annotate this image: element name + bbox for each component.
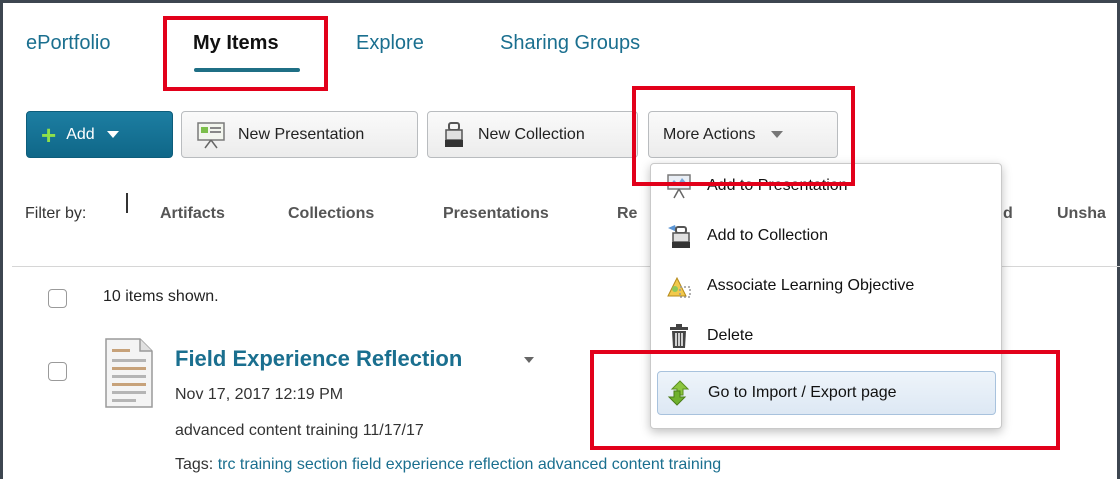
presentation-icon	[197, 121, 225, 148]
filter-label: Filter by:	[25, 205, 87, 222]
filter-unshared[interactable]: Unsha	[1057, 205, 1106, 223]
filter-presentations[interactable]: Presentations	[443, 205, 549, 223]
item-checkbox[interactable]	[48, 362, 67, 381]
highlight-box-my-items	[163, 16, 328, 91]
tab-explore[interactable]: Explore	[356, 32, 424, 55]
filter-artifacts[interactable]: Artifacts	[160, 205, 225, 223]
item-date: Nov 17, 2017 12:19 PM	[175, 386, 344, 403]
items-count: 10 items shown.	[103, 288, 219, 305]
menu-item-associate-learning-objective[interactable]: Associate Learning Objective	[657, 264, 996, 308]
item-title-link[interactable]: Field Experience Reflection	[175, 346, 462, 372]
add-button[interactable]: + Add	[26, 111, 173, 158]
new-collection-label: New Collection	[478, 125, 585, 143]
filter-option-partial[interactable]: Re	[617, 205, 637, 223]
trash-icon	[670, 324, 688, 348]
new-presentation-label: New Presentation	[238, 125, 365, 143]
highlight-box-more-actions	[632, 86, 855, 186]
item-description: advanced content training 11/17/17	[175, 422, 424, 439]
collection-icon	[668, 225, 690, 248]
select-all-checkbox[interactable]	[48, 289, 67, 308]
filter-collections[interactable]: Collections	[288, 205, 374, 223]
tags-label: Tags:	[175, 456, 214, 473]
menu-item-add-to-collection[interactable]: Add to Collection	[657, 214, 996, 258]
filter-option-partial-2[interactable]: d	[1003, 205, 1013, 223]
filter-separator	[126, 193, 128, 213]
item-tags: Tags: trc training section field experie…	[175, 456, 721, 474]
learning-objective-icon	[667, 276, 691, 298]
highlight-box-import-export	[590, 350, 1060, 450]
plus-icon: +	[41, 119, 57, 150]
item-actions-chevron-icon[interactable]	[524, 357, 534, 363]
tab-eportfolio[interactable]: ePortfolio	[26, 32, 111, 55]
new-presentation-button[interactable]: New Presentation	[181, 111, 418, 158]
tab-sharing-groups[interactable]: Sharing Groups	[500, 32, 640, 55]
add-button-label: Add	[66, 125, 95, 143]
new-collection-button[interactable]: New Collection	[427, 111, 638, 158]
chevron-down-icon	[106, 131, 119, 138]
collection-icon	[445, 121, 463, 147]
menu-item-label: Associate Learning Objective	[707, 277, 915, 294]
menu-item-label: Delete	[707, 327, 754, 344]
document-icon	[105, 338, 153, 408]
tags-value-link[interactable]: trc training section field experience re…	[218, 456, 721, 473]
menu-item-label: Add to Collection	[707, 227, 828, 244]
